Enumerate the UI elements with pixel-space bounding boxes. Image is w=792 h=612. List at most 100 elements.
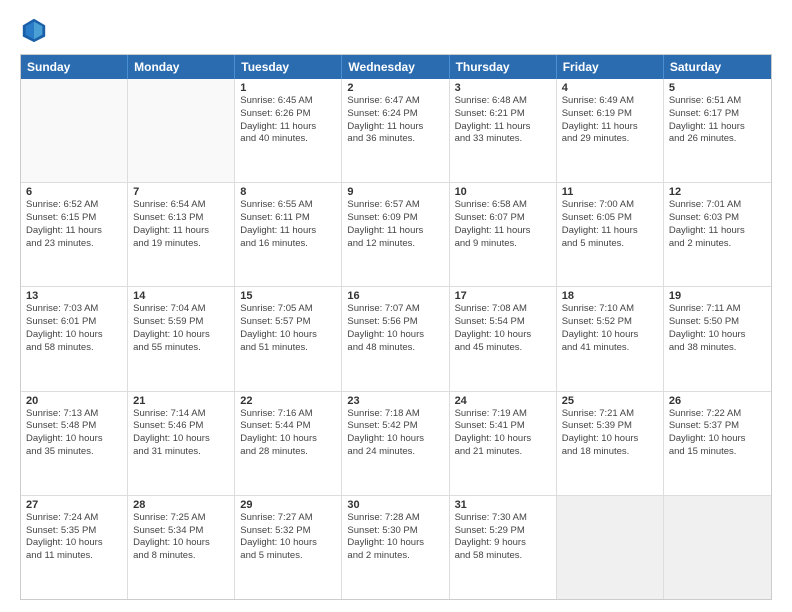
day-number: 21 bbox=[133, 395, 229, 407]
cal-cell-r2-c6: 19Sunrise: 7:11 AM Sunset: 5:50 PM Dayli… bbox=[664, 287, 771, 390]
cal-cell-r4-c6 bbox=[664, 496, 771, 599]
cal-cell-r2-c1: 14Sunrise: 7:04 AM Sunset: 5:59 PM Dayli… bbox=[128, 287, 235, 390]
day-info: Sunrise: 7:07 AM Sunset: 5:56 PM Dayligh… bbox=[347, 303, 443, 354]
day-info: Sunrise: 7:21 AM Sunset: 5:39 PM Dayligh… bbox=[562, 408, 658, 459]
day-number: 9 bbox=[347, 186, 443, 198]
day-info: Sunrise: 6:48 AM Sunset: 6:21 PM Dayligh… bbox=[455, 95, 551, 146]
day-info: Sunrise: 7:01 AM Sunset: 6:03 PM Dayligh… bbox=[669, 199, 766, 250]
cal-cell-r2-c5: 18Sunrise: 7:10 AM Sunset: 5:52 PM Dayli… bbox=[557, 287, 664, 390]
day-number: 26 bbox=[669, 395, 766, 407]
cal-cell-r1-c6: 12Sunrise: 7:01 AM Sunset: 6:03 PM Dayli… bbox=[664, 183, 771, 286]
day-info: Sunrise: 6:49 AM Sunset: 6:19 PM Dayligh… bbox=[562, 95, 658, 146]
day-number: 18 bbox=[562, 290, 658, 302]
weekday-header-sunday: Sunday bbox=[21, 55, 128, 79]
cal-cell-r0-c1 bbox=[128, 79, 235, 182]
day-info: Sunrise: 7:10 AM Sunset: 5:52 PM Dayligh… bbox=[562, 303, 658, 354]
cal-cell-r1-c4: 10Sunrise: 6:58 AM Sunset: 6:07 PM Dayli… bbox=[450, 183, 557, 286]
day-info: Sunrise: 7:05 AM Sunset: 5:57 PM Dayligh… bbox=[240, 303, 336, 354]
calendar: SundayMondayTuesdayWednesdayThursdayFrid… bbox=[20, 54, 772, 600]
cal-cell-r4-c0: 27Sunrise: 7:24 AM Sunset: 5:35 PM Dayli… bbox=[21, 496, 128, 599]
day-number: 30 bbox=[347, 499, 443, 511]
cal-cell-r3-c4: 24Sunrise: 7:19 AM Sunset: 5:41 PM Dayli… bbox=[450, 392, 557, 495]
day-number: 29 bbox=[240, 499, 336, 511]
cal-cell-r0-c6: 5Sunrise: 6:51 AM Sunset: 6:17 PM Daylig… bbox=[664, 79, 771, 182]
cal-cell-r1-c5: 11Sunrise: 7:00 AM Sunset: 6:05 PM Dayli… bbox=[557, 183, 664, 286]
day-info: Sunrise: 6:45 AM Sunset: 6:26 PM Dayligh… bbox=[240, 95, 336, 146]
cal-cell-r1-c0: 6Sunrise: 6:52 AM Sunset: 6:15 PM Daylig… bbox=[21, 183, 128, 286]
cal-cell-r3-c6: 26Sunrise: 7:22 AM Sunset: 5:37 PM Dayli… bbox=[664, 392, 771, 495]
day-number: 14 bbox=[133, 290, 229, 302]
cal-cell-r0-c3: 2Sunrise: 6:47 AM Sunset: 6:24 PM Daylig… bbox=[342, 79, 449, 182]
cal-cell-r3-c3: 23Sunrise: 7:18 AM Sunset: 5:42 PM Dayli… bbox=[342, 392, 449, 495]
weekday-header-tuesday: Tuesday bbox=[235, 55, 342, 79]
calendar-row-2: 13Sunrise: 7:03 AM Sunset: 6:01 PM Dayli… bbox=[21, 286, 771, 390]
cal-cell-r3-c2: 22Sunrise: 7:16 AM Sunset: 5:44 PM Dayli… bbox=[235, 392, 342, 495]
day-number: 10 bbox=[455, 186, 551, 198]
day-number: 17 bbox=[455, 290, 551, 302]
cal-cell-r2-c4: 17Sunrise: 7:08 AM Sunset: 5:54 PM Dayli… bbox=[450, 287, 557, 390]
cal-cell-r4-c5 bbox=[557, 496, 664, 599]
day-info: Sunrise: 6:57 AM Sunset: 6:09 PM Dayligh… bbox=[347, 199, 443, 250]
cal-cell-r1-c3: 9Sunrise: 6:57 AM Sunset: 6:09 PM Daylig… bbox=[342, 183, 449, 286]
day-info: Sunrise: 7:27 AM Sunset: 5:32 PM Dayligh… bbox=[240, 512, 336, 563]
day-number: 5 bbox=[669, 82, 766, 94]
cal-cell-r0-c4: 3Sunrise: 6:48 AM Sunset: 6:21 PM Daylig… bbox=[450, 79, 557, 182]
weekday-header-monday: Monday bbox=[128, 55, 235, 79]
weekday-header-saturday: Saturday bbox=[664, 55, 771, 79]
day-info: Sunrise: 7:25 AM Sunset: 5:34 PM Dayligh… bbox=[133, 512, 229, 563]
weekday-header-friday: Friday bbox=[557, 55, 664, 79]
day-number: 1 bbox=[240, 82, 336, 94]
cal-cell-r3-c0: 20Sunrise: 7:13 AM Sunset: 5:48 PM Dayli… bbox=[21, 392, 128, 495]
calendar-row-0: 1Sunrise: 6:45 AM Sunset: 6:26 PM Daylig… bbox=[21, 79, 771, 182]
day-number: 31 bbox=[455, 499, 551, 511]
day-info: Sunrise: 7:19 AM Sunset: 5:41 PM Dayligh… bbox=[455, 408, 551, 459]
day-info: Sunrise: 7:14 AM Sunset: 5:46 PM Dayligh… bbox=[133, 408, 229, 459]
day-number: 25 bbox=[562, 395, 658, 407]
calendar-header: SundayMondayTuesdayWednesdayThursdayFrid… bbox=[21, 55, 771, 79]
day-info: Sunrise: 7:18 AM Sunset: 5:42 PM Dayligh… bbox=[347, 408, 443, 459]
day-info: Sunrise: 6:55 AM Sunset: 6:11 PM Dayligh… bbox=[240, 199, 336, 250]
day-number: 27 bbox=[26, 499, 122, 511]
day-info: Sunrise: 6:47 AM Sunset: 6:24 PM Dayligh… bbox=[347, 95, 443, 146]
logo-icon bbox=[20, 16, 48, 44]
cal-cell-r3-c1: 21Sunrise: 7:14 AM Sunset: 5:46 PM Dayli… bbox=[128, 392, 235, 495]
day-number: 28 bbox=[133, 499, 229, 511]
day-number: 23 bbox=[347, 395, 443, 407]
day-number: 20 bbox=[26, 395, 122, 407]
day-number: 22 bbox=[240, 395, 336, 407]
day-number: 7 bbox=[133, 186, 229, 198]
day-number: 3 bbox=[455, 82, 551, 94]
page: SundayMondayTuesdayWednesdayThursdayFrid… bbox=[0, 0, 792, 612]
cal-cell-r4-c1: 28Sunrise: 7:25 AM Sunset: 5:34 PM Dayli… bbox=[128, 496, 235, 599]
day-info: Sunrise: 7:22 AM Sunset: 5:37 PM Dayligh… bbox=[669, 408, 766, 459]
day-info: Sunrise: 7:04 AM Sunset: 5:59 PM Dayligh… bbox=[133, 303, 229, 354]
day-number: 15 bbox=[240, 290, 336, 302]
calendar-row-1: 6Sunrise: 6:52 AM Sunset: 6:15 PM Daylig… bbox=[21, 182, 771, 286]
weekday-header-thursday: Thursday bbox=[450, 55, 557, 79]
day-info: Sunrise: 7:24 AM Sunset: 5:35 PM Dayligh… bbox=[26, 512, 122, 563]
cal-cell-r1-c1: 7Sunrise: 6:54 AM Sunset: 6:13 PM Daylig… bbox=[128, 183, 235, 286]
day-info: Sunrise: 7:13 AM Sunset: 5:48 PM Dayligh… bbox=[26, 408, 122, 459]
calendar-row-4: 27Sunrise: 7:24 AM Sunset: 5:35 PM Dayli… bbox=[21, 495, 771, 599]
day-number: 4 bbox=[562, 82, 658, 94]
cal-cell-r0-c2: 1Sunrise: 6:45 AM Sunset: 6:26 PM Daylig… bbox=[235, 79, 342, 182]
cal-cell-r4-c2: 29Sunrise: 7:27 AM Sunset: 5:32 PM Dayli… bbox=[235, 496, 342, 599]
cal-cell-r4-c4: 31Sunrise: 7:30 AM Sunset: 5:29 PM Dayli… bbox=[450, 496, 557, 599]
weekday-header-wednesday: Wednesday bbox=[342, 55, 449, 79]
cal-cell-r1-c2: 8Sunrise: 6:55 AM Sunset: 6:11 PM Daylig… bbox=[235, 183, 342, 286]
day-info: Sunrise: 6:51 AM Sunset: 6:17 PM Dayligh… bbox=[669, 95, 766, 146]
calendar-row-3: 20Sunrise: 7:13 AM Sunset: 5:48 PM Dayli… bbox=[21, 391, 771, 495]
header bbox=[20, 16, 772, 44]
day-info: Sunrise: 6:54 AM Sunset: 6:13 PM Dayligh… bbox=[133, 199, 229, 250]
day-number: 13 bbox=[26, 290, 122, 302]
day-info: Sunrise: 7:11 AM Sunset: 5:50 PM Dayligh… bbox=[669, 303, 766, 354]
logo bbox=[20, 16, 52, 44]
day-info: Sunrise: 7:28 AM Sunset: 5:30 PM Dayligh… bbox=[347, 512, 443, 563]
day-number: 24 bbox=[455, 395, 551, 407]
day-info: Sunrise: 7:16 AM Sunset: 5:44 PM Dayligh… bbox=[240, 408, 336, 459]
day-info: Sunrise: 7:08 AM Sunset: 5:54 PM Dayligh… bbox=[455, 303, 551, 354]
day-number: 2 bbox=[347, 82, 443, 94]
cal-cell-r0-c0 bbox=[21, 79, 128, 182]
day-number: 19 bbox=[669, 290, 766, 302]
day-info: Sunrise: 7:30 AM Sunset: 5:29 PM Dayligh… bbox=[455, 512, 551, 563]
